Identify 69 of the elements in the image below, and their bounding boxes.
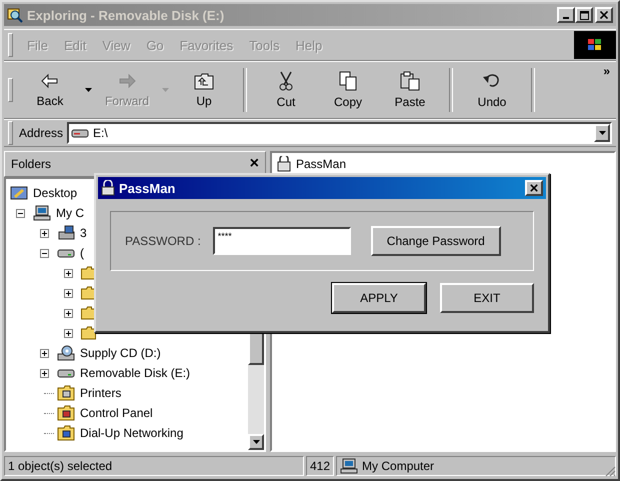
- explorer-icon: [7, 7, 23, 23]
- status-text: 1 object(s) selected: [4, 456, 304, 476]
- address-field[interactable]: E:\: [67, 122, 612, 144]
- up-folder-icon: [193, 72, 215, 90]
- password-field[interactable]: ****: [212, 227, 351, 255]
- folder-icon: [81, 326, 96, 340]
- dialog-title: PassMan: [119, 180, 176, 196]
- collapse-icon[interactable]: [16, 208, 24, 218]
- copy-icon: [337, 71, 359, 91]
- toolbar-button[interactable]: Up: [173, 66, 235, 114]
- close-icon: [600, 11, 608, 19]
- caret-icon: [598, 131, 606, 135]
- tree-item[interactable]: My C: [54, 205, 86, 221]
- cd-drive-icon: [57, 345, 75, 361]
- tree-item[interactable]: Supply CD (D:): [78, 345, 163, 361]
- tree-item[interactable]: Desktop: [31, 185, 80, 201]
- expand-icon[interactable]: [64, 268, 72, 278]
- padlock-icon: [101, 180, 115, 196]
- paste-icon: [399, 71, 421, 91]
- expand-icon[interactable]: [40, 348, 48, 358]
- dropdown-caret-icon[interactable]: [85, 88, 92, 92]
- scroll-down-icon[interactable]: [252, 440, 260, 444]
- dialog-button[interactable]: EXIT: [440, 283, 534, 313]
- folder-icon: [81, 266, 96, 280]
- toolbar-button[interactable]: Cut: [255, 66, 317, 114]
- computer-icon: [33, 205, 51, 221]
- expand-icon[interactable]: [40, 228, 48, 238]
- toolbar-button[interactable]: Back: [19, 66, 81, 114]
- folder-icon: [81, 306, 96, 320]
- dropdown-button[interactable]: [594, 124, 610, 142]
- folder-icon: [81, 286, 96, 300]
- expand-icon[interactable]: [64, 308, 72, 318]
- tree-item[interactable]: (: [78, 245, 86, 261]
- computer-icon: [340, 458, 358, 474]
- collapse-icon[interactable]: [40, 248, 48, 258]
- windows-logo-icon: [574, 31, 616, 59]
- toolbar-button[interactable]: Paste: [379, 66, 441, 114]
- file-name[interactable]: PassMan: [296, 157, 346, 171]
- expand-icon[interactable]: [64, 328, 72, 338]
- expand-icon[interactable]: [40, 368, 48, 378]
- more-chevron[interactable]: »: [603, 64, 610, 78]
- expand-icon[interactable]: [64, 288, 72, 298]
- desktop-icon: [10, 185, 28, 201]
- password-label: PASSWORD :: [125, 234, 201, 248]
- toolbar-button[interactable]: Copy: [317, 66, 379, 114]
- close-button[interactable]: [595, 7, 613, 23]
- change-password-button[interactable]: Change Password: [370, 226, 501, 256]
- status-location: My Computer: [362, 459, 434, 473]
- close-button[interactable]: ×: [525, 180, 543, 196]
- resize-grip-icon[interactable]: [604, 465, 616, 477]
- minimize-button[interactable]: [557, 7, 575, 23]
- tree-item[interactable]: Control Panel: [78, 405, 155, 421]
- special-folder-icon: [57, 405, 75, 421]
- address-label: Address: [19, 126, 64, 140]
- toolbar-button[interactable]: Undo: [461, 66, 523, 114]
- dialog-button[interactable]: APPLY: [332, 283, 426, 313]
- pane-title: Folders: [11, 157, 52, 171]
- tree-item[interactable]: 3: [78, 225, 89, 241]
- floppy-drive-icon: [57, 225, 75, 241]
- special-folder-icon: [57, 385, 75, 401]
- tree-item[interactable]: Dial-Up Networking: [78, 425, 186, 441]
- maximize-button[interactable]: [575, 7, 593, 23]
- maximize-icon: [580, 10, 588, 20]
- close-pane-button[interactable]: ×: [250, 155, 259, 173]
- tree-item[interactable]: Removable Disk (E:): [78, 365, 192, 381]
- status-size: 412: [306, 456, 334, 476]
- special-folder-icon: [57, 425, 75, 441]
- tree-item[interactable]: Printers: [78, 385, 124, 401]
- window-title: Exploring - Removable Disk (E:): [27, 8, 226, 22]
